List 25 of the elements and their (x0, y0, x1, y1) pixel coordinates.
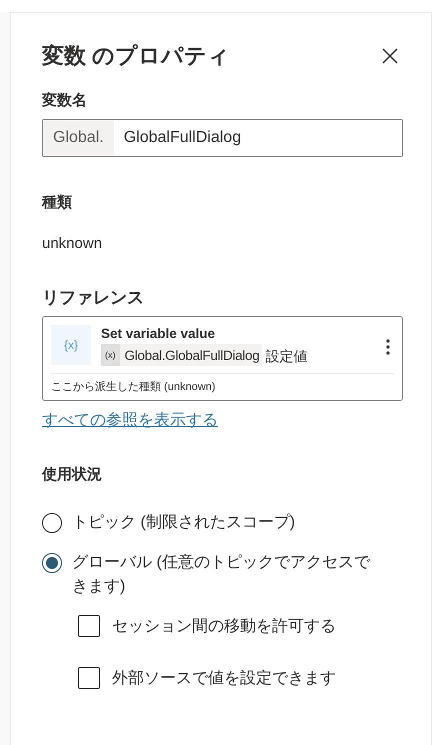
reference-note: ここから派生した種類 (unknown) (51, 373, 394, 394)
field-label: 変数名 (42, 91, 88, 111)
reference-action: 設定値 (265, 348, 308, 366)
name-field[interactable]: Global. GlobalFullDialog (42, 119, 403, 157)
checkbox-label: 外部ソースで値を設定できます (112, 668, 336, 688)
checkbox-label: セッション間の移動を許可する (112, 616, 336, 636)
panel-title: 変数 のプロパティ (42, 42, 230, 70)
variable-icon: (x) (101, 344, 120, 366)
type-value: unknown (42, 235, 104, 252)
radio-label: グローバル (任意のトピックでアクセスできます) (72, 552, 372, 597)
radio-button[interactable] (42, 513, 62, 533)
radio-label: トピック (制限されたスコープ) (72, 512, 296, 533)
section-label: 種類 (42, 193, 73, 213)
close-icon (382, 48, 398, 64)
field-prefix: Global. (43, 120, 114, 156)
variable-name: Global.GlobalFullDialog (124, 348, 260, 362)
section-label: リファレンス (42, 288, 145, 308)
checkbox[interactable] (78, 615, 100, 637)
checkbox[interactable] (78, 667, 100, 689)
reference-title: Set variable value (101, 325, 216, 343)
more-icon (386, 339, 390, 355)
radio-button[interactable] (42, 553, 62, 573)
section-label: 使用状況 (42, 465, 103, 485)
variable-icon: {x} (51, 325, 91, 365)
show-all-link[interactable]: すべての参照を表示する (42, 410, 218, 431)
